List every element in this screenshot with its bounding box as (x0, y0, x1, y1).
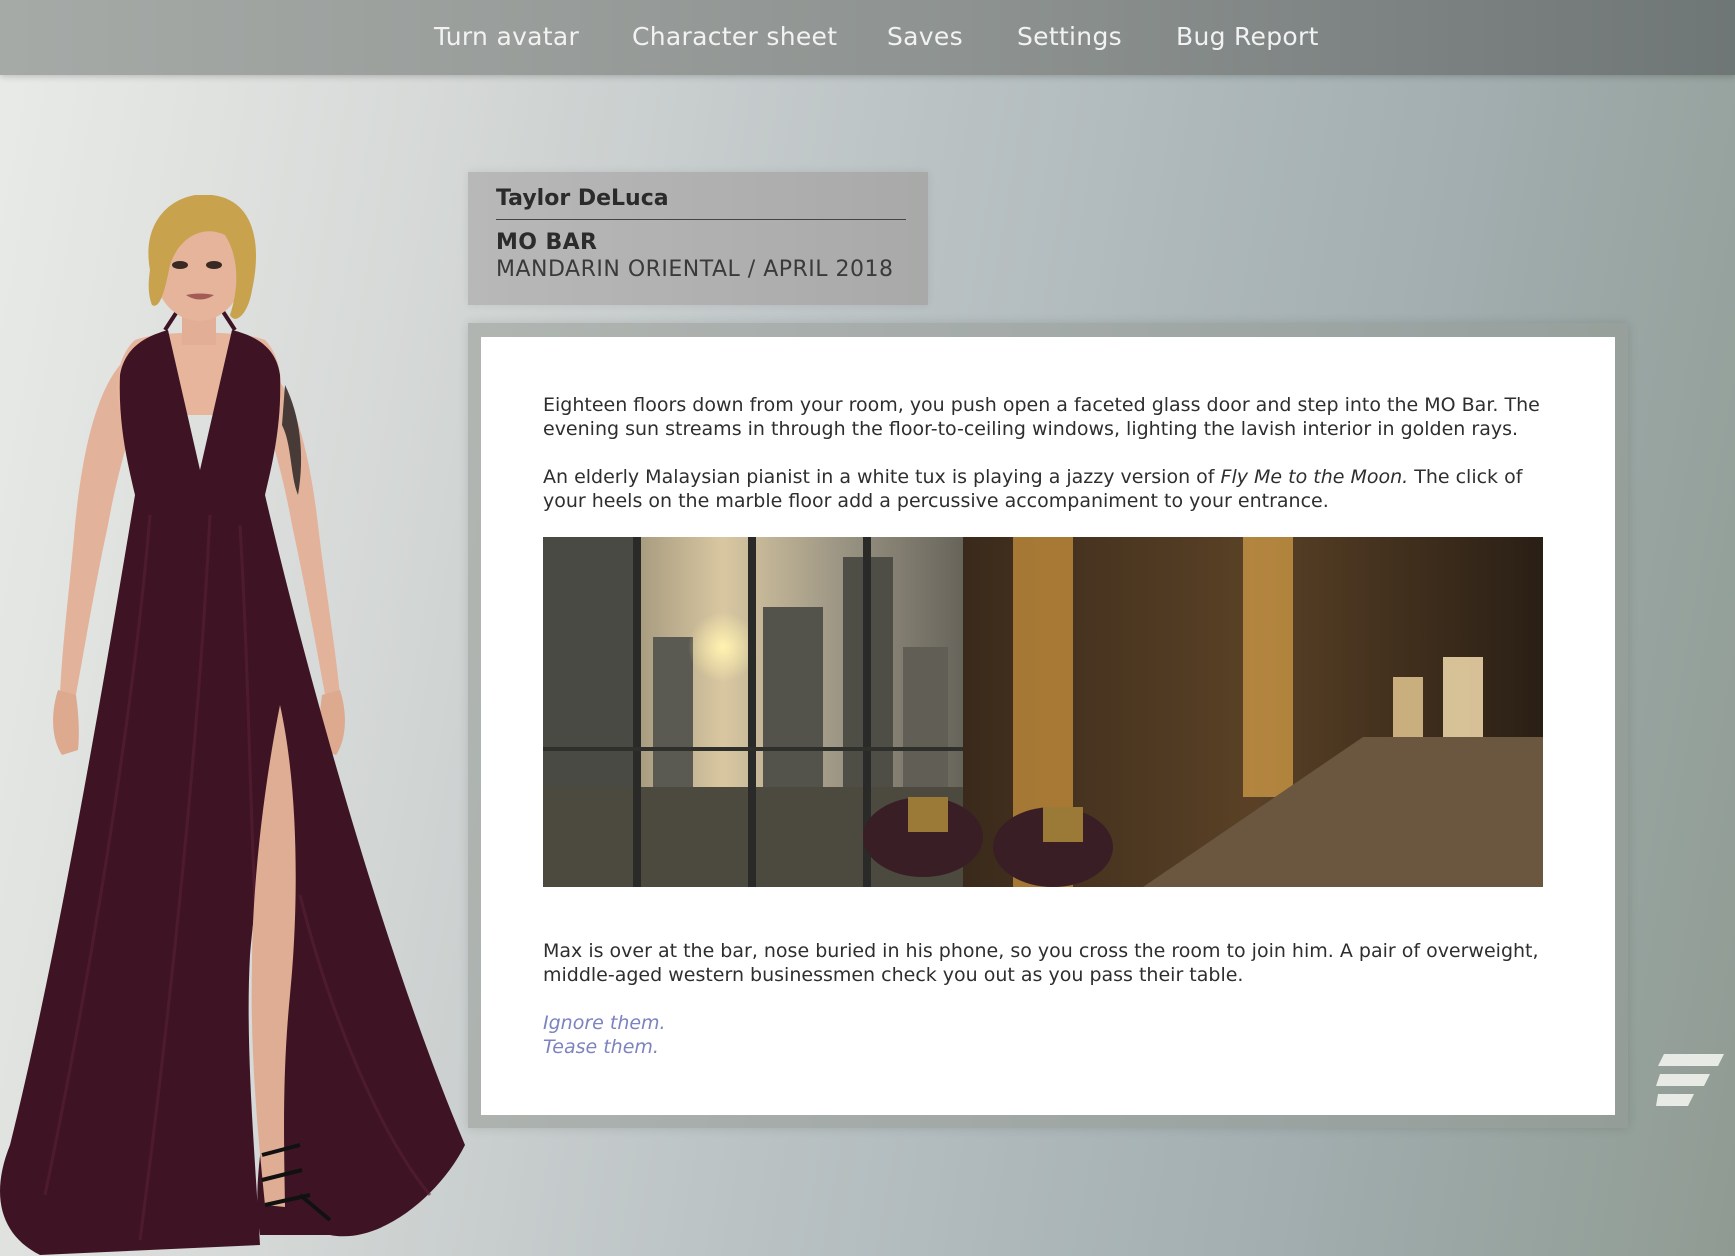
choice-ignore[interactable]: Ignore them. (543, 1011, 666, 1035)
nav-saves[interactable]: Saves (887, 22, 963, 51)
choice-tease[interactable]: Tease them. (543, 1035, 659, 1059)
story-paragraph: Max is over at the bar, nose buried in h… (543, 940, 1539, 986)
story-panel: Eighteen floors down from your room, you… (481, 337, 1615, 1115)
character-name: Taylor DeLuca (496, 186, 906, 220)
story-paragraph: An elderly Malaysian pianist in a white … (543, 465, 1553, 513)
nav-bug-report[interactable]: Bug Report (1176, 22, 1319, 51)
nav-character-sheet[interactable]: Character sheet (632, 22, 837, 51)
menu-lines-icon[interactable] (1656, 1054, 1724, 1110)
top-nav-bar: Turn avatar Character sheet Saves Settin… (0, 0, 1735, 75)
nav-settings[interactable]: Settings (1017, 22, 1122, 51)
nav-turn-avatar[interactable]: Turn avatar (434, 22, 579, 51)
location-header-card: Taylor DeLuca MO BAR MANDARIN ORIENTAL /… (468, 172, 928, 305)
character-avatar (0, 195, 465, 1255)
location-subtitle: MANDARIN ORIENTAL / APRIL 2018 (496, 257, 894, 282)
story-text: An elderly Malaysian pianist in a white … (543, 466, 1221, 488)
scene-image (543, 537, 1543, 887)
story-paragraph: Eighteen floors down from your room, you… (543, 394, 1540, 440)
location-title: MO BAR (496, 230, 598, 255)
song-title: Fly Me to the Moon. (1220, 466, 1409, 488)
